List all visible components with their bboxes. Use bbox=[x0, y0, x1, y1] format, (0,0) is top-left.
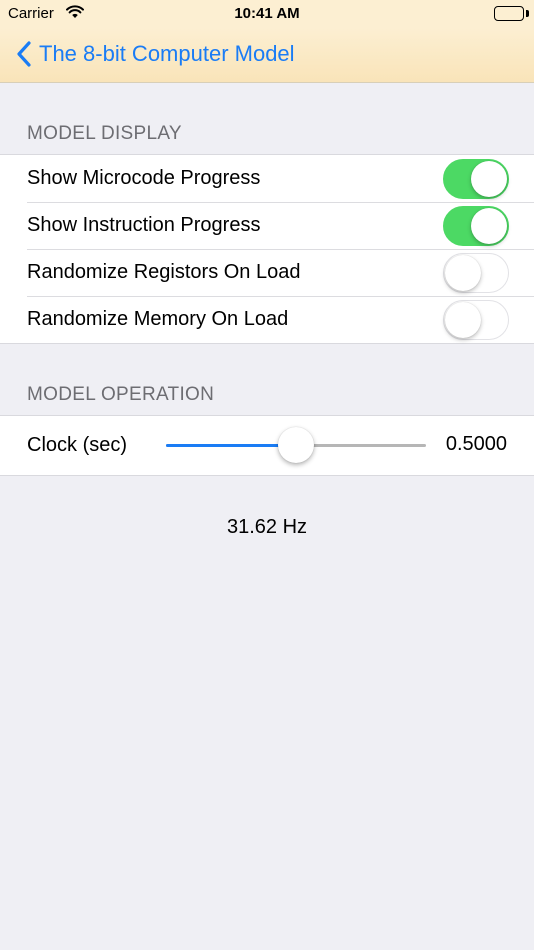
instruction-progress-toggle[interactable] bbox=[443, 206, 509, 246]
status-bar: Carrier 10:41 AM bbox=[0, 0, 534, 28]
setting-label: Randomize Memory On Load bbox=[27, 308, 289, 330]
section-header-model-display: MODEL DISPLAY bbox=[27, 123, 182, 144]
setting-label: Show Instruction Progress bbox=[27, 214, 261, 236]
setting-row-instruction-progress: Show Instruction Progress bbox=[0, 202, 534, 249]
setting-row-randomize-registers: Randomize Registors On Load bbox=[0, 249, 534, 296]
clock-slider[interactable] bbox=[166, 427, 426, 463]
clock-value: 0.5000 bbox=[445, 433, 507, 455]
slider-fill bbox=[166, 444, 296, 447]
setting-row-randomize-memory: Randomize Memory On Load bbox=[0, 296, 534, 343]
back-button[interactable]: The 8-bit Computer Model bbox=[14, 39, 295, 69]
setting-row-microcode-progress: Show Microcode Progress bbox=[0, 155, 534, 202]
model-operation-group: Clock (sec) 0.5000 bbox=[0, 415, 534, 476]
toggle-knob bbox=[445, 255, 481, 291]
toggle-knob bbox=[445, 302, 481, 338]
chevron-left-icon bbox=[14, 39, 36, 69]
toggle-knob bbox=[471, 208, 507, 244]
clock-row: Clock (sec) 0.5000 bbox=[0, 416, 534, 475]
section-header-model-operation: MODEL OPERATION bbox=[27, 384, 215, 405]
back-button-label: The 8-bit Computer Model bbox=[39, 41, 295, 66]
battery-icon bbox=[494, 6, 524, 21]
slider-thumb[interactable] bbox=[278, 427, 314, 463]
setting-label: Randomize Registors On Load bbox=[27, 261, 301, 283]
randomize-memory-toggle[interactable] bbox=[443, 300, 509, 340]
status-time: 10:41 AM bbox=[234, 5, 300, 22]
model-display-group: Show Microcode Progress Show Instruction… bbox=[0, 154, 534, 344]
microcode-progress-toggle[interactable] bbox=[443, 159, 509, 199]
battery-nub bbox=[526, 10, 529, 17]
frequency-readout: 31.62 Hz bbox=[226, 516, 308, 538]
clock-label: Clock (sec) bbox=[27, 434, 128, 456]
navigation-bar: The 8-bit Computer Model bbox=[0, 28, 534, 83]
setting-label: Show Microcode Progress bbox=[27, 167, 261, 189]
toggle-knob bbox=[471, 161, 507, 197]
randomize-registers-toggle[interactable] bbox=[443, 253, 509, 293]
